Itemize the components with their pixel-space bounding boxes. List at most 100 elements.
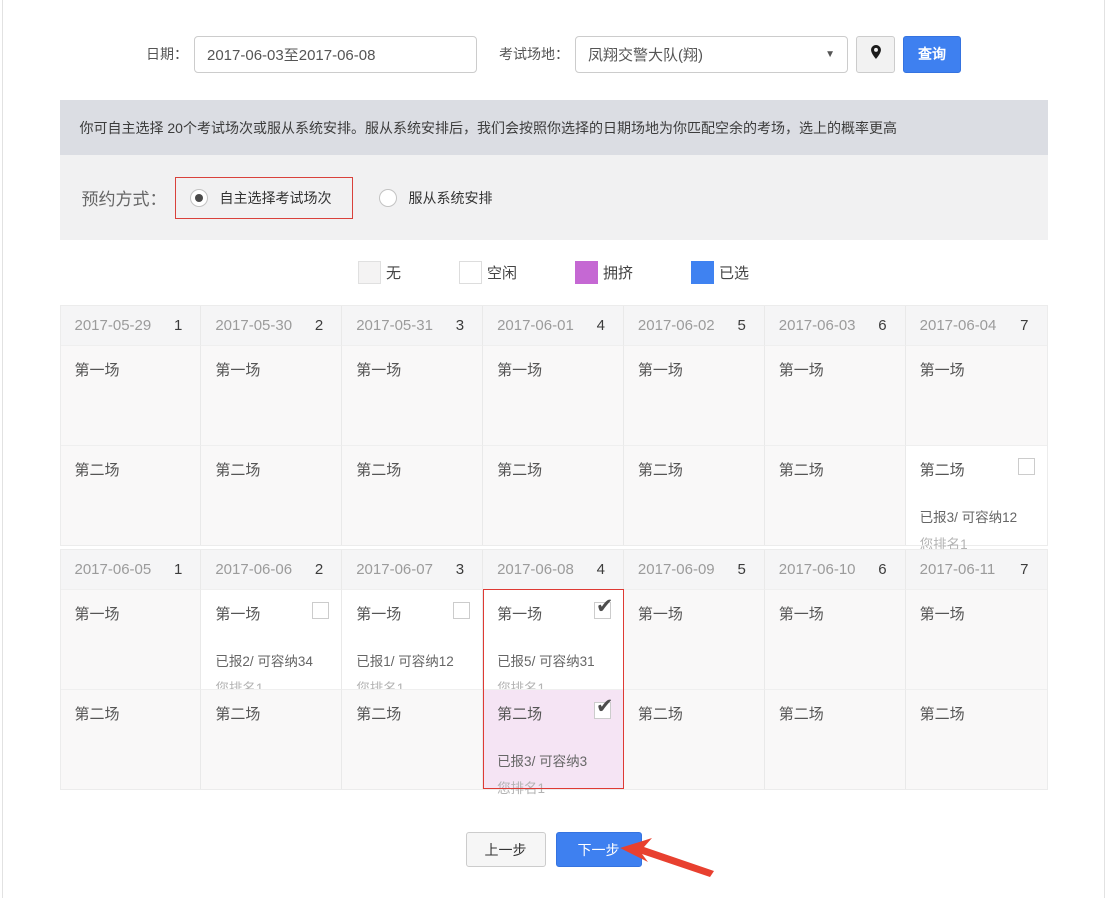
session-cell: 第一场 bbox=[60, 589, 202, 689]
venue-select[interactable]: 凤翔交警大队(翔) ▼ bbox=[575, 35, 848, 73]
session-name: 第一场 bbox=[356, 606, 402, 623]
session-cell: 第二场 bbox=[201, 445, 343, 545]
exam-booking-page: 日期： 考试场地： 凤翔交警大队(翔) ▼ 查询 你可自主选择 20个考试场次或… bbox=[2, 0, 1105, 898]
session-name: 第一场 bbox=[637, 606, 683, 623]
chevron-down-icon: ▼ bbox=[825, 48, 835, 60]
date-label: 日期： bbox=[146, 46, 188, 62]
legend-swatch-none bbox=[357, 261, 381, 284]
day-header: 2017-06-05 1 bbox=[60, 550, 202, 589]
day-date: 2017-06-08 bbox=[497, 561, 574, 578]
day-date: 2017-06-02 bbox=[637, 317, 715, 334]
session-cell: 第一场 bbox=[623, 345, 765, 445]
session-name: 第二场 bbox=[74, 462, 120, 479]
day-of-week-number: 5 bbox=[737, 561, 746, 578]
day-of-week-number: 4 bbox=[596, 561, 605, 578]
session-checkbox-checked[interactable] bbox=[593, 694, 614, 719]
day-date: 2017-05-30 bbox=[215, 317, 293, 334]
day-header: 2017-06-04 7 bbox=[905, 306, 1047, 345]
query-button[interactable]: 查询 bbox=[903, 35, 961, 73]
rank-text: 您排名1 bbox=[497, 781, 546, 796]
radio-unselected-icon[interactable] bbox=[378, 188, 397, 207]
day-date: 2017-05-31 bbox=[356, 317, 433, 334]
day-header: 2017-06-01 4 bbox=[483, 306, 624, 345]
week-1-table: 2017-05-29 1 2017-05-30 2 2017-05-31 3 2017-06… bbox=[59, 305, 1048, 552]
session-cell[interactable]: 第一场已报2/ 可容纳34您排名1 bbox=[201, 589, 343, 696]
day-of-week-number: 1 bbox=[174, 561, 183, 578]
next-step-button[interactable]: 下一步 bbox=[555, 832, 642, 867]
legend-label: 空闲 bbox=[486, 265, 517, 282]
radio-selected-icon[interactable] bbox=[189, 188, 208, 207]
main-content: 你可自主选择 20个考试场次或服从系统安排。服从系统安排后，我们会按照你选择的日… bbox=[59, 100, 1048, 882]
session-name: 第二场 bbox=[778, 706, 824, 723]
date-range-input[interactable] bbox=[194, 35, 477, 73]
day-of-week-number: 4 bbox=[596, 317, 605, 334]
session-name: 第一场 bbox=[778, 362, 824, 379]
booking-method-section: 预约方式： 自主选择考试场次 服从系统安排 bbox=[59, 155, 1048, 240]
session-cell: 第一场 bbox=[60, 345, 202, 445]
session-name: 第二场 bbox=[637, 462, 683, 479]
session-name: 第二场 bbox=[356, 462, 402, 479]
session-name: 第二场 bbox=[215, 462, 261, 479]
session-cell: 第一场 bbox=[342, 345, 484, 445]
radio-option-label: 服从系统安排 bbox=[408, 189, 493, 206]
session-cell: 第一场 bbox=[905, 589, 1047, 689]
day-header: 2017-06-10 6 bbox=[764, 550, 906, 589]
session-name: 第一场 bbox=[778, 606, 824, 623]
radio-option-self-select[interactable]: 自主选择考试场次 bbox=[174, 176, 353, 219]
day-of-week-number: 7 bbox=[1020, 317, 1029, 334]
search-form: 日期： 考试场地： 凤翔交警大队(翔) ▼ 查询 bbox=[3, 35, 1104, 73]
capacity-text: 已报5/ 可容纳31 bbox=[497, 654, 595, 669]
day-of-week-number: 3 bbox=[455, 317, 465, 334]
day-header: 2017-06-09 5 bbox=[623, 550, 765, 589]
day-header: 2017-05-30 2 bbox=[201, 306, 343, 345]
session-name: 第一场 bbox=[637, 362, 683, 379]
session-cell[interactable]: 第一场已报1/ 可容纳12您排名1 bbox=[342, 589, 484, 696]
day-header: 2017-06-02 5 bbox=[623, 306, 765, 345]
session-cell: 第一场 bbox=[201, 345, 343, 445]
legend-label: 拥挤 bbox=[603, 265, 634, 282]
session-cell: 第二场 bbox=[342, 689, 484, 789]
session-name: 第二场 bbox=[778, 462, 824, 479]
day-date: 2017-06-04 bbox=[919, 317, 997, 334]
session-cell: 第二场 bbox=[342, 445, 484, 545]
session-cell[interactable]: 第二场 已报3/ 可容纳12 您排名1 bbox=[905, 445, 1047, 552]
day-date: 2017-06-03 bbox=[778, 317, 856, 334]
capacity-text: 已报3/ 可容纳3 bbox=[497, 754, 588, 769]
session-cell: 第一场 bbox=[764, 589, 906, 689]
previous-step-button[interactable]: 上一步 bbox=[465, 832, 546, 867]
session-checkbox[interactable] bbox=[453, 602, 471, 619]
day-header: 2017-06-03 6 bbox=[764, 306, 906, 345]
session-cell: 第一场 bbox=[764, 345, 906, 445]
legend-item-free: 空闲 bbox=[458, 261, 517, 284]
session-cell: 第二场 bbox=[60, 689, 202, 789]
day-header: 2017-06-07 3 bbox=[342, 550, 484, 589]
location-button[interactable] bbox=[856, 35, 895, 73]
session-cell: 第一场 bbox=[623, 589, 765, 689]
session-name: 第二场 bbox=[74, 706, 120, 723]
session-name: 第二场 bbox=[356, 706, 402, 723]
legend-item-none: 无 bbox=[357, 261, 401, 284]
day-date: 2017-05-29 bbox=[74, 317, 152, 334]
day-date: 2017-06-06 bbox=[215, 561, 293, 578]
session-checkbox[interactable] bbox=[312, 602, 330, 619]
session-checkbox[interactable] bbox=[1017, 458, 1035, 475]
legend-item-selected: 已选 bbox=[691, 261, 749, 284]
session-cell: 第二场 bbox=[60, 445, 202, 545]
venue-label: 考试场地： bbox=[499, 46, 569, 62]
session-checkbox-checked[interactable] bbox=[593, 594, 614, 619]
session-cell: 第二场 bbox=[764, 689, 906, 789]
session-cell[interactable]: 第二场已报3/ 可容纳3 您排名1 bbox=[483, 689, 624, 796]
day-header: 2017-05-31 3 bbox=[342, 306, 484, 345]
day-of-week-number: 3 bbox=[455, 561, 465, 578]
day-of-week-number: 5 bbox=[737, 317, 746, 334]
session-name: 第一场 bbox=[919, 606, 965, 623]
day-header: 2017-05-29 1 bbox=[60, 306, 202, 345]
legend-label: 已选 bbox=[719, 265, 750, 282]
session-name: 第二场 bbox=[637, 706, 683, 723]
legend: 无 空闲 拥挤 已选 bbox=[59, 240, 1048, 305]
radio-option-system-assign[interactable]: 服从系统安排 bbox=[365, 178, 507, 218]
legend-item-crowded: 拥挤 bbox=[575, 261, 633, 284]
day-date: 2017-06-05 bbox=[74, 561, 152, 578]
session-cell[interactable]: 第一场已报5/ 可容纳31您排名1 bbox=[483, 589, 624, 696]
radio-option-label: 自主选择考试场次 bbox=[219, 189, 332, 206]
